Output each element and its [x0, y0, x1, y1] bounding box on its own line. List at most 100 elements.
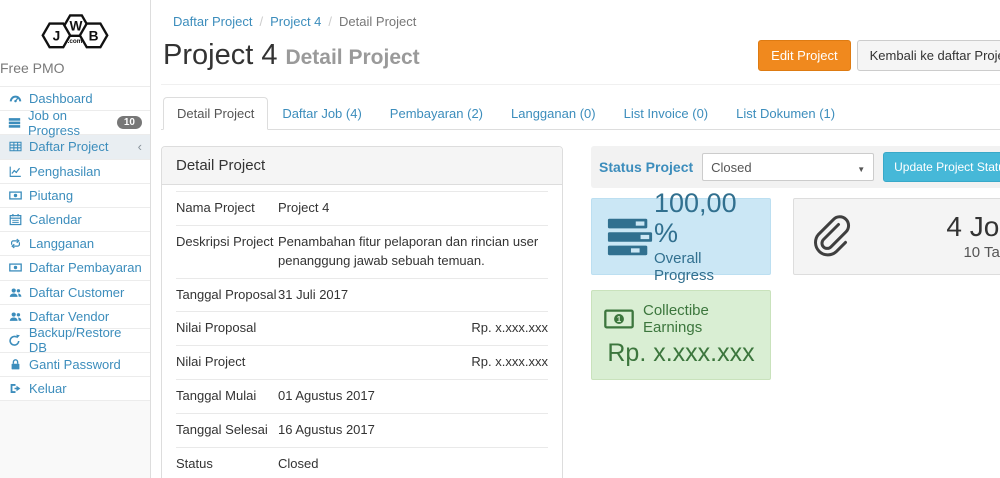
- table-icon: [8, 140, 22, 153]
- tab-list-dokumen-1[interactable]: List Dokumen (1): [722, 97, 849, 130]
- chevron-left-icon: ‹: [138, 140, 142, 153]
- sidebar-item-ganti-password[interactable]: Ganti Password: [0, 353, 150, 377]
- page-title-main: Project 4: [163, 39, 277, 71]
- sidebar-item-daftar-customer[interactable]: Daftar Customer: [0, 281, 150, 305]
- sidebar-item-label: Daftar Customer: [29, 285, 124, 300]
- detail-label: Nilai Proposal: [176, 319, 278, 338]
- detail-row-deskripsi-project: Deskripsi ProjectPenambahan fitur pelapo…: [176, 225, 548, 278]
- tab-langganan-0[interactable]: Langganan (0): [497, 97, 610, 130]
- page-title-sub: Detail Project: [285, 46, 419, 69]
- panel-title: Detail Project: [162, 147, 562, 185]
- overall-progress-box: 100,00 % Overall Progress: [591, 198, 771, 275]
- users-icon: [8, 286, 22, 299]
- detail-label: Deskripsi Project: [176, 233, 278, 271]
- sidebar-item-keluar[interactable]: Keluar: [0, 377, 150, 401]
- tab-pembayaran-2[interactable]: Pembayaran (2): [376, 97, 497, 130]
- svg-text:1: 1: [617, 315, 622, 324]
- money-icon: [8, 261, 22, 274]
- page-header: Project 4 Detail Project Edit Project Kem…: [161, 39, 1000, 85]
- detail-row-tanggal-mulai: Tanggal Mulai01 Agustus 2017: [176, 379, 548, 413]
- info-boxes: 100,00 % Overall Progress 4 Job 10 Task: [591, 198, 1000, 275]
- tab-daftar-job-4[interactable]: Daftar Job (4): [268, 97, 375, 130]
- columns: Detail Project Nama ProjectProject 4Desk…: [161, 146, 1000, 478]
- calendar-icon: [8, 213, 22, 226]
- sidebar-item-label: Daftar Project: [29, 139, 108, 154]
- sidebar-item-calendar[interactable]: Calendar: [0, 208, 150, 232]
- tab-detail-project[interactable]: Detail Project: [163, 97, 268, 130]
- users-icon: [8, 310, 22, 323]
- breadcrumb-item-daftar-project[interactable]: Daftar Project: [173, 14, 252, 29]
- svg-text:B: B: [89, 28, 99, 43]
- lock-icon: [8, 358, 22, 371]
- detail-value: Penambahan fitur pelaporan dan rincian u…: [278, 233, 548, 271]
- count-badge: 10: [117, 116, 142, 129]
- sidebar-item-langganan[interactable]: Langganan: [0, 232, 150, 256]
- tasks-count: 10 Task: [963, 244, 1000, 261]
- sidebar-item-piutang[interactable]: Piutang: [0, 184, 150, 208]
- sidebar-item-label: Ganti Password: [29, 357, 121, 372]
- detail-value: 31 Juli 2017: [278, 286, 548, 305]
- edit-project-button[interactable]: Edit Project: [758, 40, 850, 72]
- status-project-bar: Status Project Closed ▼ Update Project S…: [591, 146, 1000, 188]
- update-project-status-button[interactable]: Update Project Status: [883, 152, 1000, 182]
- detail-row-nama-project: Nama ProjectProject 4: [176, 191, 548, 225]
- detail-label: Tanggal Selesai: [176, 421, 278, 440]
- sidebar-item-daftar-project[interactable]: Daftar Project ‹: [0, 135, 150, 159]
- tasks-icon: [606, 215, 654, 259]
- detail-row-nilai-proposal: Nilai ProposalRp. x.xxx.xxx: [176, 311, 548, 345]
- detail-row-nilai-project: Nilai ProjectRp. x.xxx.xxx: [176, 345, 548, 379]
- breadcrumb-item-detail-project: Detail Project: [339, 14, 416, 29]
- logo: J W B .com: [0, 0, 150, 56]
- caret-down-icon: ▼: [857, 160, 865, 175]
- earnings-label: Collectibe Earnings: [643, 302, 758, 336]
- detail-label: Nama Project: [176, 199, 278, 218]
- detail-label: Nilai Project: [176, 353, 278, 372]
- detail-label: Tanggal Proposal: [176, 286, 278, 305]
- main-content: Daftar Project/Project 4/Detail Project …: [151, 0, 1000, 478]
- sidebar-item-label: Backup/Restore DB: [29, 325, 142, 355]
- breadcrumb-separator: /: [259, 14, 263, 29]
- detail-value: Closed: [278, 455, 548, 474]
- breadcrumb: Daftar Project/Project 4/Detail Project: [161, 14, 1000, 29]
- detail-label: Tanggal Mulai: [176, 387, 278, 406]
- jwb-logo-icon: J W B .com: [32, 8, 118, 53]
- repeat-icon: [8, 237, 22, 250]
- sidebar-item-label: Penghasilan: [29, 164, 101, 179]
- detail-value: Project 4: [278, 199, 548, 218]
- detail-value: Rp. x.xxx.xxx: [278, 353, 548, 372]
- svg-text:W: W: [70, 19, 83, 34]
- detail-label: Status: [176, 455, 278, 474]
- sidebar-item-label: Langganan: [29, 236, 94, 251]
- right-column: Status Project Closed ▼ Update Project S…: [591, 146, 1000, 380]
- money-icon: 1: [604, 309, 634, 329]
- sidebar: J W B .com Free PMO DashboardJob on Prog…: [0, 0, 151, 478]
- collectible-earnings-box: 1 Collectibe Earnings Rp. x.xxx.xxx: [591, 290, 771, 380]
- header-buttons: Edit Project Kembali ke daftar Project: [758, 40, 1000, 72]
- tab-bar: Detail ProjectDaftar Job (4)Pembayaran (…: [161, 97, 1000, 130]
- back-to-list-button[interactable]: Kembali ke daftar Project: [857, 40, 1000, 72]
- overall-progress-value: 100,00 %: [654, 189, 756, 248]
- sidebar-item-job-on-progress[interactable]: Job on Progress10: [0, 111, 150, 135]
- status-select[interactable]: Closed ▼: [702, 153, 874, 181]
- detail-value: Rp. x.xxx.xxx: [278, 319, 548, 338]
- sidebar-item-daftar-pembayaran[interactable]: Daftar Pembayaran: [0, 256, 150, 280]
- sidebar-item-penghasilan[interactable]: Penghasilan: [0, 160, 150, 184]
- money-icon: [8, 189, 22, 202]
- detail-value: 16 Agustus 2017: [278, 421, 548, 440]
- detail-row-tanggal-selesai: Tanggal Selesai16 Agustus 2017: [176, 413, 548, 447]
- detail-project-panel: Detail Project Nama ProjectProject 4Desk…: [161, 146, 563, 478]
- tasks-icon: [8, 116, 21, 129]
- svg-text:.com: .com: [68, 38, 83, 45]
- detail-value: 01 Agustus 2017: [278, 387, 548, 406]
- tab-list-invoice-0[interactable]: List Invoice (0): [610, 97, 723, 130]
- app: J W B .com Free PMO DashboardJob on Prog…: [0, 0, 1000, 478]
- sign-out-icon: [8, 382, 22, 395]
- sidebar-menu: DashboardJob on Progress10Daftar Project…: [0, 86, 150, 401]
- detail-rows: Nama ProjectProject 4Deskripsi ProjectPe…: [162, 185, 562, 478]
- detail-row-status: StatusClosed: [176, 447, 548, 478]
- breadcrumb-item-project-4[interactable]: Project 4: [270, 14, 321, 29]
- sidebar-item-backup-restore-db[interactable]: Backup/Restore DB: [0, 329, 150, 353]
- refresh-icon: [8, 334, 22, 347]
- jobs-box: 4 Job 10 Task: [793, 198, 1000, 275]
- detail-row-tanggal-proposal: Tanggal Proposal31 Juli 2017: [176, 278, 548, 312]
